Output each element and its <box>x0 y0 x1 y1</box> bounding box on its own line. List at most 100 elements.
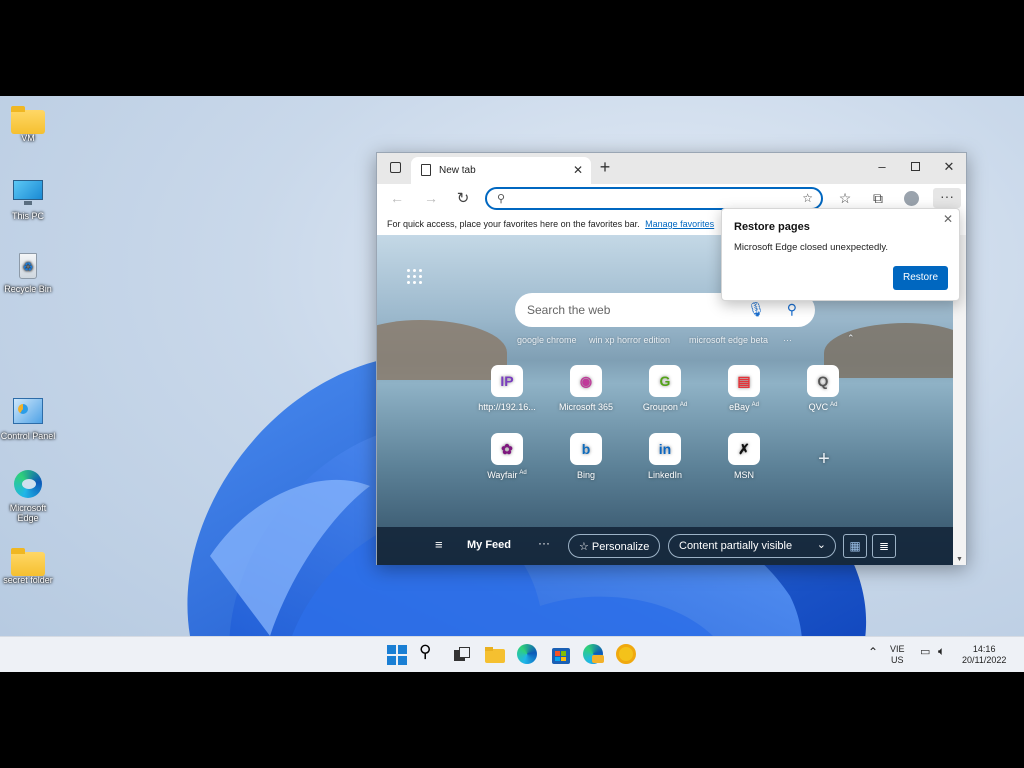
quick-link-tile[interactable]: Q QVC Ad <box>783 365 863 412</box>
clock-date: 20/11/2022 <box>962 655 1007 665</box>
app-launcher-icon[interactable] <box>407 269 423 285</box>
close-icon[interactable]: ✕ <box>943 212 953 226</box>
site-icon: b <box>570 433 602 465</box>
new-tab-button[interactable]: + <box>595 157 615 178</box>
keyboard-layout: US <box>891 655 904 665</box>
manage-favorites-link[interactable]: Manage favorites <box>645 219 714 229</box>
favorites-icon[interactable]: ☆ <box>835 190 855 207</box>
start-icon[interactable] <box>386 644 408 666</box>
quick-link-label: Groupon Ad <box>625 402 705 412</box>
quick-link-name: Microsoft 365 <box>558 402 614 412</box>
tab-close-icon[interactable]: ✕ <box>573 163 583 177</box>
more-suggestions-icon[interactable]: ··· <box>783 335 792 345</box>
chrome-icon[interactable] <box>616 644 638 666</box>
quick-link-tile[interactable]: IP http://192.16... <box>467 365 547 412</box>
suggestion-chip[interactable]: win xp horror edition <box>589 335 670 345</box>
more-options-icon[interactable]: ··· <box>538 536 550 550</box>
desktop-icon-secret-folder[interactable]: secret folder <box>0 548 58 585</box>
grid-view-icon[interactable]: ▦ <box>843 534 867 558</box>
desktop-icon-recycle-bin[interactable]: ♻ Recycle Bin <box>0 251 58 294</box>
desktop-icon-label: Recycle Bin <box>4 284 52 294</box>
monitor-icon <box>11 178 45 208</box>
edge-canary-icon[interactable] <box>583 644 605 666</box>
network-icon[interactable]: ▭ <box>920 647 930 658</box>
search-icon[interactable]: ⚲ <box>787 301 797 318</box>
show-hidden-icons-icon[interactable]: ⌃ <box>868 646 878 658</box>
site-icon: ✿ <box>491 433 523 465</box>
collapse-icon[interactable]: ⌃ <box>847 333 855 344</box>
favorites-bar-hint: For quick access, place your favorites h… <box>387 219 640 229</box>
popup-title: Restore pages <box>734 221 810 233</box>
content-visibility-dropdown[interactable]: Content partially visible ⌄ <box>668 534 836 558</box>
forward-icon[interactable]: → <box>421 190 441 206</box>
volume-icon[interactable]: 🔈︎ <box>938 645 945 657</box>
quick-link-label: Bing <box>546 470 626 480</box>
site-icon: in <box>649 433 681 465</box>
quick-link-name: Groupon <box>642 402 678 412</box>
page-icon <box>421 164 431 176</box>
site-icon: G <box>649 365 681 397</box>
back-icon[interactable]: ← <box>387 190 407 206</box>
search-icon[interactable]: ⚲ <box>419 642 441 664</box>
collections-icon[interactable]: ⧉ <box>868 190 888 207</box>
quick-link-tile[interactable]: ✿ Wayfair Ad <box>467 433 547 480</box>
language-code: VIE <box>890 644 905 654</box>
quick-link-tile[interactable]: in LinkedIn <box>625 433 705 480</box>
site-icon: ◉ <box>570 365 602 397</box>
my-feed-label[interactable]: My Feed <box>467 539 511 551</box>
popup-message: Microsoft Edge closed unexpectedly. <box>734 242 889 253</box>
chevron-down-icon: ⌄ <box>816 539 826 551</box>
taskbar: ⚲ ⌃ VIE US ▭ 🔈︎ 14:16 20/11/2022 <box>0 636 1024 672</box>
clock[interactable]: 14:16 20/11/2022 <box>962 644 1006 666</box>
tab-new-tab[interactable]: New tab ✕ <box>411 157 591 184</box>
list-view-icon[interactable]: ≣ <box>872 534 896 558</box>
menu-icon[interactable]: ≡ <box>435 537 443 552</box>
quick-link-tile[interactable]: ✗ MSN <box>704 433 784 480</box>
restore-button[interactable]: Restore <box>893 266 948 290</box>
tab-actions-icon[interactable] <box>385 160 405 175</box>
refresh-icon[interactable]: ↻ <box>453 189 473 207</box>
suggestion-chip[interactable]: google chrome <box>517 335 577 345</box>
desktop-icon-label: secret folder <box>3 575 53 585</box>
folder-icon <box>11 548 45 576</box>
scroll-down-icon[interactable]: ▼ <box>956 556 963 563</box>
personalize-button[interactable]: ☆ Personalize <box>568 534 661 558</box>
desktop-icon-vm[interactable]: VM <box>0 106 58 143</box>
close-button[interactable]: ✕ <box>939 159 959 175</box>
address-bar[interactable]: ⚲ ☆ <box>485 187 823 210</box>
profile-icon[interactable] <box>901 190 921 207</box>
settings-more-icon[interactable]: ··· <box>933 188 961 208</box>
quick-link-label: Microsoft 365 <box>546 402 626 412</box>
ad-badge: Ad <box>519 470 527 476</box>
add-favorite-icon[interactable]: ☆ <box>802 191 813 205</box>
site-icon: Q <box>807 365 839 397</box>
desktop-icon-control-panel[interactable]: Control Panel <box>0 398 58 441</box>
quick-link-label: MSN <box>704 470 784 480</box>
desktop-icon-this-pc[interactable]: This PC <box>0 178 58 221</box>
add-quick-link-button[interactable]: + <box>784 448 864 471</box>
quick-link-tile[interactable]: ◉ Microsoft 365 <box>546 365 626 412</box>
language-indicator[interactable]: VIE US <box>890 644 905 666</box>
site-icon: ▤ <box>728 365 760 397</box>
quick-link-label: LinkedIn <box>625 470 705 480</box>
suggestion-chip[interactable]: microsoft edge beta <box>689 335 768 345</box>
minimize-button[interactable]: – <box>872 159 892 174</box>
quick-link-label: Wayfair Ad <box>467 470 547 480</box>
task-view-icon[interactable] <box>451 644 473 666</box>
quick-link-label: eBay Ad <box>704 402 784 412</box>
content-visibility-value: Content partially visible <box>679 540 793 552</box>
maximize-button[interactable] <box>905 159 925 174</box>
quick-link-tile[interactable]: b Bing <box>546 433 626 480</box>
edge-icon[interactable] <box>517 644 539 666</box>
folder-icon <box>11 106 45 134</box>
microsoft-store-icon[interactable] <box>550 644 572 666</box>
feed-bar: ≡ My Feed ··· ☆ Personalize Content part… <box>377 527 954 565</box>
quick-link-tile[interactable]: G Groupon Ad <box>625 365 705 412</box>
desktop-icon-microsoft-edge[interactable]: Microsoft Edge <box>0 470 58 523</box>
ad-badge: Ad <box>679 402 688 408</box>
microphone-icon[interactable]: 🎙︎ <box>747 301 765 318</box>
quick-link-label: http://192.16... <box>467 402 547 412</box>
file-explorer-icon[interactable] <box>484 644 506 666</box>
quick-link-tile[interactable]: ▤ eBay Ad <box>704 365 784 412</box>
desktop-icon-label: Control Panel <box>0 431 56 441</box>
